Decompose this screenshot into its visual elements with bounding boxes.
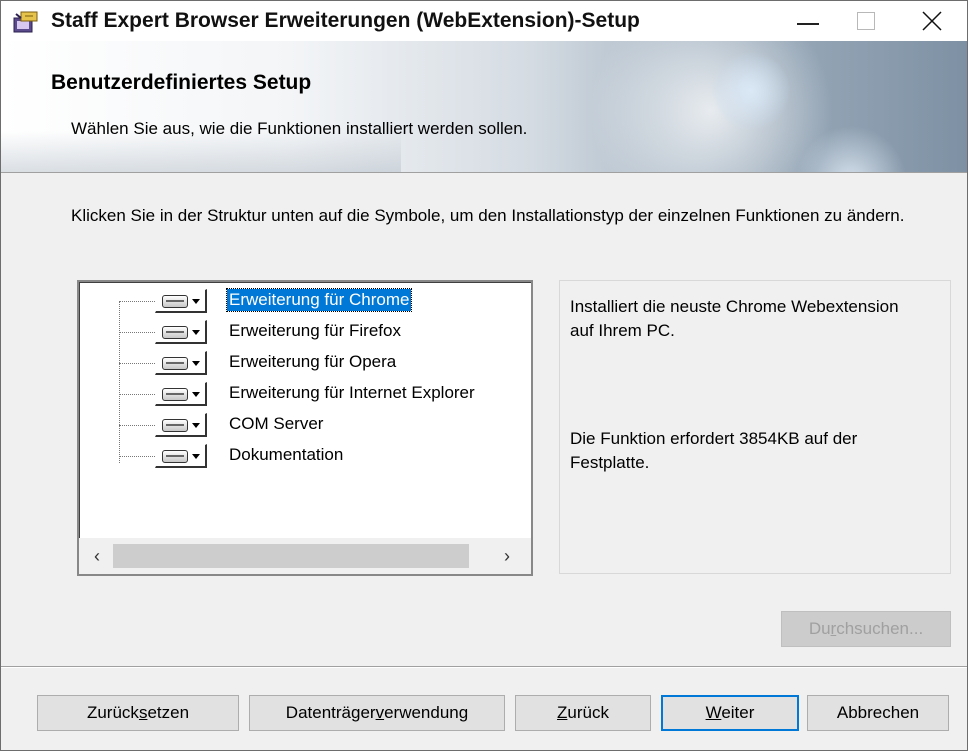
hard-drive-icon <box>162 326 188 339</box>
tree-item-label[interactable]: COM Server <box>227 413 325 435</box>
minimize-button[interactable] <box>785 1 831 41</box>
tree-item-label[interactable]: Erweiterung für Firefox <box>227 320 403 342</box>
separator <box>1 666 967 668</box>
tree-item-opera[interactable]: Erweiterung für Opera <box>79 348 531 378</box>
feature-install-dropdown[interactable] <box>155 413 207 437</box>
feature-install-dropdown[interactable] <box>155 382 207 406</box>
tree-item-com-server[interactable]: COM Server <box>79 410 531 440</box>
tree-item-chrome[interactable]: Erweiterung für Chrome <box>79 286 531 316</box>
hard-drive-icon <box>162 357 188 370</box>
tree-item-label[interactable]: Erweiterung für Chrome <box>225 288 413 312</box>
hard-drive-icon <box>162 419 188 432</box>
horizontal-scrollbar[interactable]: ‹ › <box>79 538 531 574</box>
installer-app-icon <box>13 10 39 34</box>
tree-item-label[interactable]: Erweiterung für Opera <box>227 351 398 373</box>
tree-item-label[interactable]: Dokumentation <box>227 444 345 466</box>
hard-drive-icon <box>162 388 188 401</box>
hard-drive-icon <box>162 450 188 463</box>
window-title: Staff Expert Browser Erweiterungen (WebE… <box>51 9 640 32</box>
tree-item-firefox[interactable]: Erweiterung für Firefox <box>79 317 531 347</box>
setup-dialog: Staff Expert Browser Erweiterungen (WebE… <box>0 0 968 751</box>
dropdown-arrow-icon <box>192 299 200 304</box>
feature-install-dropdown[interactable] <box>155 289 207 313</box>
feature-description-panel: Installiert die neuste Chrome Webextensi… <box>559 280 951 574</box>
tree-item-label[interactable]: Erweiterung für Internet Explorer <box>227 382 477 404</box>
close-button[interactable] <box>909 1 955 41</box>
scrollbar-thumb[interactable] <box>113 544 469 568</box>
instructions-text: Klicken Sie in der Struktur unten auf di… <box>71 206 905 225</box>
feature-tree[interactable]: Erweiterung für Chrome Erweiterung für F… <box>77 280 533 576</box>
cancel-button[interactable]: Abbrechen <box>807 695 949 731</box>
dropdown-arrow-icon <box>192 392 200 397</box>
tree-item-documentation[interactable]: Dokumentation <box>79 441 531 471</box>
header-banner: Benutzerdefiniertes Setup Wählen Sie aus… <box>1 41 967 173</box>
page-subtitle: Wählen Sie aus, wie die Funktionen insta… <box>71 119 528 138</box>
back-button[interactable]: Zurück <box>515 695 651 731</box>
hard-drive-icon <box>162 295 188 308</box>
dropdown-arrow-icon <box>192 361 200 366</box>
feature-tree-viewport: Erweiterung für Chrome Erweiterung für F… <box>79 282 531 536</box>
feature-description: Installiert die neuste Chrome Webextensi… <box>570 297 899 340</box>
dropdown-arrow-icon <box>192 454 200 459</box>
browse-button[interactable]: Durchsuchen... <box>781 611 951 647</box>
reset-button[interactable]: Zurücksetzen <box>37 695 239 731</box>
page-title: Benutzerdefiniertes Setup <box>51 71 312 94</box>
feature-install-dropdown[interactable] <box>155 320 207 344</box>
close-icon <box>922 11 942 31</box>
scroll-right-icon[interactable]: › <box>495 546 519 566</box>
tree-item-internet-explorer[interactable]: Erweiterung für Internet Explorer <box>79 379 531 409</box>
scroll-left-icon[interactable]: ‹ <box>85 546 109 566</box>
next-button[interactable]: Weiter <box>661 695 799 731</box>
maximize-button[interactable] <box>843 1 889 41</box>
feature-install-dropdown[interactable] <box>155 351 207 375</box>
dropdown-arrow-icon <box>192 330 200 335</box>
feature-size-info: Die Funktion erfordert 3854KB auf der Fe… <box>570 429 858 472</box>
dropdown-arrow-icon <box>192 423 200 428</box>
banner-decoration <box>711 51 791 131</box>
disk-usage-button[interactable]: Datenträgerverwendung <box>249 695 505 731</box>
feature-install-dropdown[interactable] <box>155 444 207 468</box>
title-bar[interactable]: Staff Expert Browser Erweiterungen (WebE… <box>1 1 967 41</box>
